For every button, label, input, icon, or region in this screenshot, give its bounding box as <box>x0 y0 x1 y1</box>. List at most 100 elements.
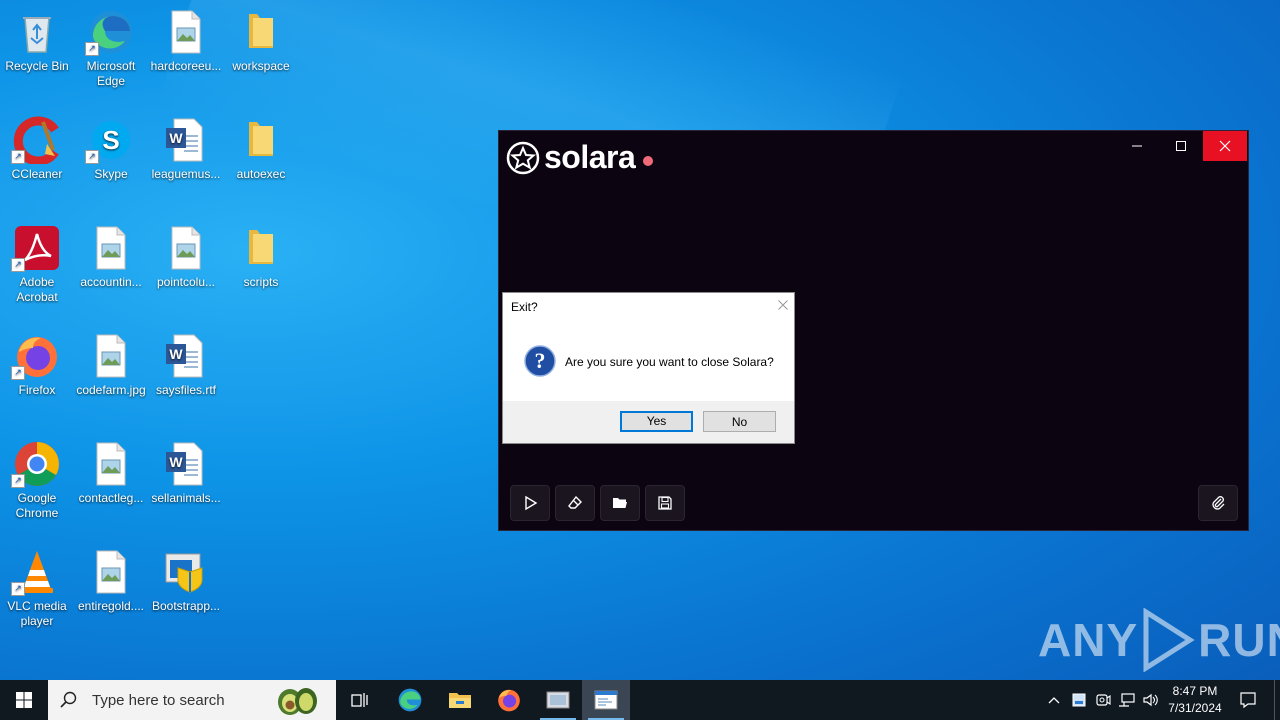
desktop-icon-saysfiles[interactable]: W saysfiles.rtf <box>149 332 223 398</box>
desktop-icon-microsoft-edge[interactable]: ↗ Microsoft Edge <box>74 8 148 89</box>
image-file-icon <box>87 440 135 488</box>
desktop-icon-sellanimals[interactable]: W sellanimals... <box>149 440 223 506</box>
save-file-button[interactable] <box>645 485 685 521</box>
desktop-icon-accounting[interactable]: accountin... <box>74 224 148 290</box>
maximize-icon <box>1176 141 1186 151</box>
desktop-icon-label: saysfiles.rtf <box>155 383 216 397</box>
desktop-icon-google-chrome[interactable]: ↗ Google Chrome <box>0 440 74 521</box>
clock-time: 8:47 PM <box>1172 684 1218 698</box>
camera-icon <box>1096 694 1111 706</box>
desktop-icon-ccleaner[interactable]: ↗ CCleaner <box>0 116 74 182</box>
desktop-icon-label: Microsoft Edge <box>86 59 136 88</box>
notification-icon <box>1240 692 1256 709</box>
attach-icon <box>1212 496 1225 510</box>
play-icon <box>525 495 538 511</box>
skype-icon: S ↗ <box>85 116 135 164</box>
desktop-icon-label: accountin... <box>80 275 142 289</box>
desktop-icon-leaguemus[interactable]: W leaguemus... <box>149 116 223 182</box>
solara-logo-text: solara <box>544 139 636 175</box>
desktop-icon-hardcoreeu[interactable]: hardcoreeu... <box>149 8 223 74</box>
firefox-icon: ↗ <box>11 332 61 380</box>
show-desktop-button[interactable] <box>1274 680 1280 720</box>
svg-text:W: W <box>169 454 183 470</box>
close-icon <box>778 300 788 310</box>
dialog-message: Are you sure you want to close Solara? <box>565 355 774 369</box>
desktop-icon-label: Recycle Bin <box>5 59 69 73</box>
tray-meet-now[interactable] <box>1092 680 1114 720</box>
desktop-icon-label: Skype <box>94 167 128 181</box>
yes-button[interactable]: Yes <box>620 411 693 432</box>
taskbar-solara-app[interactable] <box>534 680 582 720</box>
execute-button[interactable] <box>510 485 550 521</box>
image-file-icon <box>87 332 135 380</box>
desktop-icon-bootstrapper[interactable]: Bootstrapp... <box>149 548 223 614</box>
taskbar: Type here to search 8:47 PM 7/31/2024 <box>0 680 1280 720</box>
svg-text:S: S <box>102 125 119 155</box>
maximize-button[interactable] <box>1159 131 1203 161</box>
minimize-button[interactable] <box>1115 131 1159 161</box>
ccleaner-icon: ↗ <box>11 116 61 164</box>
taskbar-clock[interactable]: 8:47 PM 7/31/2024 <box>1160 683 1230 717</box>
image-file-icon <box>87 548 135 596</box>
start-button[interactable] <box>0 680 48 720</box>
clear-button[interactable] <box>555 485 595 521</box>
taskbar-firefox[interactable] <box>485 680 533 720</box>
taskbar-edge[interactable] <box>386 680 434 720</box>
taskbar-file-explorer[interactable] <box>436 680 484 720</box>
desktop-icon-skype[interactable]: S ↗ Skype <box>74 116 148 182</box>
svg-text:W: W <box>169 346 183 362</box>
file-explorer-icon <box>449 693 471 708</box>
task-view-button[interactable] <box>336 680 384 720</box>
desktop-icon-recycle-bin[interactable]: Recycle Bin <box>0 8 74 74</box>
chevron-up-icon <box>1048 697 1060 704</box>
desktop-icon-workspace[interactable]: workspace <box>224 8 298 74</box>
edge-icon <box>398 688 422 712</box>
watermark-text-right: RUN <box>1198 614 1280 666</box>
installer-icon <box>162 548 210 596</box>
word-doc-icon: W <box>162 440 210 488</box>
chrome-icon: ↗ <box>11 440 61 488</box>
image-file-icon <box>162 224 210 272</box>
acrobat-icon: ↗ <box>11 224 61 272</box>
desktop-icon-firefox[interactable]: ↗ Firefox <box>0 332 74 398</box>
desktop-icon-scripts[interactable]: scripts <box>224 224 298 290</box>
star-logo-icon <box>506 141 540 174</box>
tray-volume[interactable] <box>1140 680 1162 720</box>
desktop-icon-codefarm[interactable]: codefarm.jpg <box>74 332 148 398</box>
desktop-icon-label: entiregold.... <box>77 599 145 613</box>
taskbar-dialog-app[interactable] <box>582 680 630 720</box>
desktop-icon-pointcolu[interactable]: pointcolu... <box>149 224 223 290</box>
action-center-button[interactable] <box>1234 680 1262 720</box>
tray-network[interactable] <box>1116 680 1138 720</box>
open-file-button[interactable] <box>600 485 640 521</box>
desktop-icon-label: sellanimals... <box>151 491 221 505</box>
desktop-icon-adobe-acrobat[interactable]: ↗ Adobe Acrobat <box>0 224 74 305</box>
close-button[interactable] <box>1203 131 1247 161</box>
open-folder-icon <box>613 498 627 508</box>
desktop-icon-label: autoexec <box>236 167 286 181</box>
desktop-icon-contactleg[interactable]: contactleg... <box>74 440 148 506</box>
desktop-icon-label: Firefox <box>18 383 56 397</box>
desktop-icon-label: leaguemus... <box>151 167 221 181</box>
dialog-close-button[interactable] <box>778 297 788 315</box>
save-icon <box>658 496 672 510</box>
desktop-icon-vlc[interactable]: ↗ VLC media player <box>0 548 74 629</box>
watermark-text-left: ANY <box>1038 614 1139 666</box>
desktop-icon-label: scripts <box>243 275 279 289</box>
dialog-title: Exit? <box>511 300 538 314</box>
no-button[interactable]: No <box>703 411 776 432</box>
taskbar-search-box[interactable]: Type here to search <box>48 680 336 720</box>
dialog-footer: Yes No <box>503 401 794 443</box>
desktop-icon-autoexec[interactable]: autoexec <box>224 116 298 182</box>
app-dialog-icon <box>594 690 618 710</box>
svg-text:?: ? <box>535 348 546 373</box>
attach-button[interactable] <box>1198 485 1238 521</box>
desktop-icon-label: VLC media player <box>7 599 67 628</box>
show-hidden-icons-button[interactable] <box>1044 680 1064 720</box>
desktop-icon-label: Google Chrome <box>15 491 59 520</box>
play-triangle-icon <box>1143 608 1195 672</box>
folder-icon <box>237 116 285 164</box>
tray-storage[interactable] <box>1068 680 1090 720</box>
solara-logo: solara <box>506 139 654 176</box>
desktop-icon-entiregold[interactable]: entiregold.... <box>74 548 148 614</box>
